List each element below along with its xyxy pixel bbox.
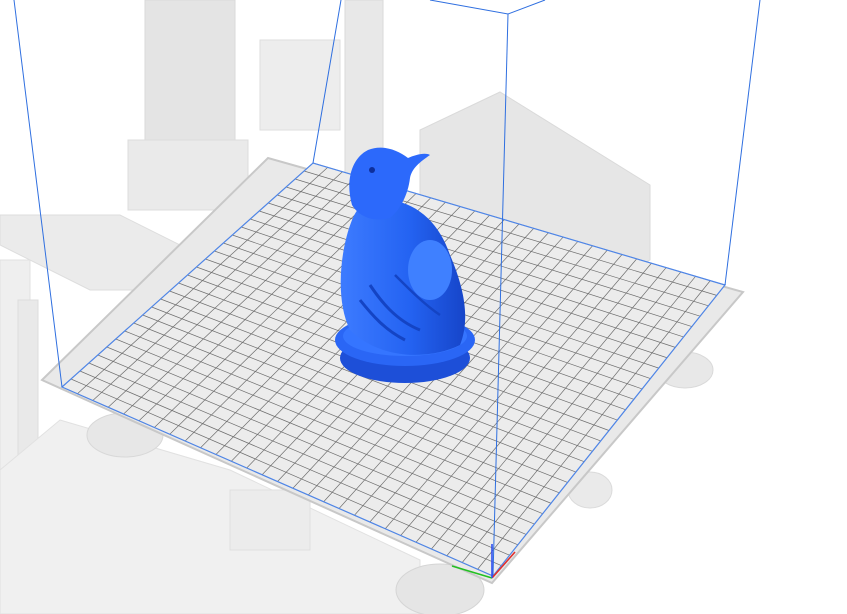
3d-viewport[interactable]	[0, 0, 847, 614]
